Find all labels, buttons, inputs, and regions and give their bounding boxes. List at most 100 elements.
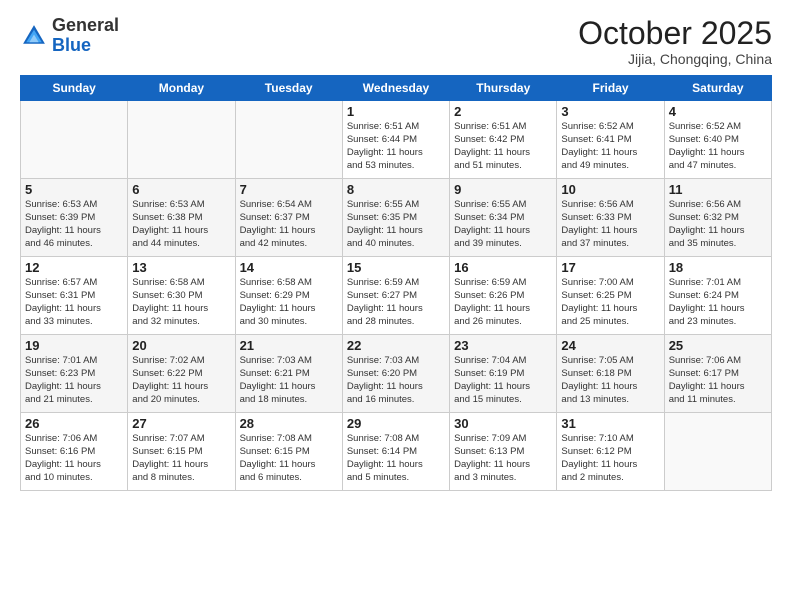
day-info: Sunrise: 7:04 AM Sunset: 6:19 PM Dayligh…	[454, 355, 552, 406]
day-info: Sunrise: 6:52 AM Sunset: 6:40 PM Dayligh…	[669, 121, 767, 172]
logo-text: General Blue	[52, 16, 119, 56]
day-number: 10	[561, 182, 659, 197]
day-info: Sunrise: 6:55 AM Sunset: 6:35 PM Dayligh…	[347, 199, 445, 250]
day-info: Sunrise: 7:06 AM Sunset: 6:16 PM Dayligh…	[25, 433, 123, 484]
calendar-week-row: 19Sunrise: 7:01 AM Sunset: 6:23 PM Dayli…	[21, 335, 772, 413]
logo-blue-text: Blue	[52, 36, 119, 56]
month-title: October 2025	[578, 16, 772, 51]
calendar-cell: 22 Sunrise: 7:03 AM Sunset: 6:20 PM Dayli…	[342, 335, 449, 413]
calendar-cell: 4 Sunrise: 6:52 AM Sunset: 6:40 PM Daylig…	[664, 101, 771, 179]
day-info: Sunrise: 6:58 AM Sunset: 6:29 PM Dayligh…	[240, 277, 338, 328]
calendar-week-row: 12 Sunrise: 6:57 AM Sunset: 6:31 PM Dayli…	[21, 257, 772, 335]
calendar-week-row: 5Sunrise: 6:53 AM Sunset: 6:39 PM Daylig…	[21, 179, 772, 257]
day-info: Sunrise: 7:08 AM Sunset: 6:14 PM Dayligh…	[347, 433, 445, 484]
calendar-cell: 27 Sunrise: 7:07 AM Sunset: 6:15 PM Dayli…	[128, 413, 235, 491]
calendar-table: SundayMondayTuesdayWednesdayThursdayFrid…	[20, 75, 772, 491]
day-number: 21	[240, 338, 338, 353]
day-number: 23	[454, 338, 552, 353]
day-of-week-header: Monday	[128, 76, 235, 101]
day-info: Sunrise: 6:57 AM Sunset: 6:31 PM Dayligh…	[25, 277, 123, 328]
day-info: Sunrise: 7:09 AM Sunset: 6:13 PM Dayligh…	[454, 433, 552, 484]
calendar-cell: 29Sunrise: 7:08 AM Sunset: 6:14 PM Dayli…	[342, 413, 449, 491]
day-info: Sunrise: 7:07 AM Sunset: 6:15 PM Dayligh…	[132, 433, 230, 484]
calendar-cell: 8 Sunrise: 6:55 AM Sunset: 6:35 PM Daylig…	[342, 179, 449, 257]
day-info: Sunrise: 6:56 AM Sunset: 6:33 PM Dayligh…	[561, 199, 659, 250]
calendar-cell	[664, 413, 771, 491]
day-number: 20	[132, 338, 230, 353]
calendar-week-row: 26 Sunrise: 7:06 AM Sunset: 6:16 PM Dayli…	[21, 413, 772, 491]
day-info: Sunrise: 6:56 AM Sunset: 6:32 PM Dayligh…	[669, 199, 767, 250]
day-of-week-header: Wednesday	[342, 76, 449, 101]
day-number: 30	[454, 416, 552, 431]
day-number: 8	[347, 182, 445, 197]
day-info: Sunrise: 6:51 AM Sunset: 6:44 PM Dayligh…	[347, 121, 445, 172]
calendar-cell: 31Sunrise: 7:10 AM Sunset: 6:12 PM Dayli…	[557, 413, 664, 491]
day-number: 12	[25, 260, 123, 275]
day-info: Sunrise: 7:03 AM Sunset: 6:21 PM Dayligh…	[240, 355, 338, 406]
calendar-cell: 6 Sunrise: 6:53 AM Sunset: 6:38 PM Daylig…	[128, 179, 235, 257]
calendar-cell: 21 Sunrise: 7:03 AM Sunset: 6:21 PM Dayli…	[235, 335, 342, 413]
day-of-week-header: Sunday	[21, 76, 128, 101]
day-info: Sunrise: 7:01 AM Sunset: 6:24 PM Dayligh…	[669, 277, 767, 328]
day-info: Sunrise: 6:54 AM Sunset: 6:37 PM Dayligh…	[240, 199, 338, 250]
day-info: Sunrise: 6:51 AM Sunset: 6:42 PM Dayligh…	[454, 121, 552, 172]
day-number: 13	[132, 260, 230, 275]
calendar-cell: 3 Sunrise: 6:52 AM Sunset: 6:41 PM Daylig…	[557, 101, 664, 179]
day-number: 2	[454, 104, 552, 119]
day-number: 4	[669, 104, 767, 119]
day-info: Sunrise: 6:53 AM Sunset: 6:38 PM Dayligh…	[132, 199, 230, 250]
day-number: 11	[669, 182, 767, 197]
day-number: 28	[240, 416, 338, 431]
day-number: 26	[25, 416, 123, 431]
calendar-cell: 28 Sunrise: 7:08 AM Sunset: 6:15 PM Dayli…	[235, 413, 342, 491]
calendar-cell: 18 Sunrise: 7:01 AM Sunset: 6:24 PM Dayli…	[664, 257, 771, 335]
day-number: 25	[669, 338, 767, 353]
day-number: 22	[347, 338, 445, 353]
day-info: Sunrise: 7:02 AM Sunset: 6:22 PM Dayligh…	[132, 355, 230, 406]
location-subtitle: Jijia, Chongqing, China	[578, 51, 772, 67]
day-info: Sunrise: 7:03 AM Sunset: 6:20 PM Dayligh…	[347, 355, 445, 406]
day-of-week-header: Tuesday	[235, 76, 342, 101]
calendar-cell: 25Sunrise: 7:06 AM Sunset: 6:17 PM Dayli…	[664, 335, 771, 413]
calendar-cell: 1Sunrise: 6:51 AM Sunset: 6:44 PM Daylig…	[342, 101, 449, 179]
calendar-cell: 30 Sunrise: 7:09 AM Sunset: 6:13 PM Dayli…	[450, 413, 557, 491]
day-number: 3	[561, 104, 659, 119]
day-info: Sunrise: 7:00 AM Sunset: 6:25 PM Dayligh…	[561, 277, 659, 328]
calendar-cell: 23 Sunrise: 7:04 AM Sunset: 6:19 PM Dayli…	[450, 335, 557, 413]
logo: General Blue	[20, 16, 119, 56]
day-info: Sunrise: 6:53 AM Sunset: 6:39 PM Dayligh…	[25, 199, 123, 250]
day-info: Sunrise: 6:52 AM Sunset: 6:41 PM Dayligh…	[561, 121, 659, 172]
day-number: 18	[669, 260, 767, 275]
page: General Blue October 2025 Jijia, Chongqi…	[0, 0, 792, 612]
calendar-cell: 14 Sunrise: 6:58 AM Sunset: 6:29 PM Dayli…	[235, 257, 342, 335]
title-block: October 2025 Jijia, Chongqing, China	[578, 16, 772, 67]
day-number: 16	[454, 260, 552, 275]
day-number: 15	[347, 260, 445, 275]
day-of-week-header: Friday	[557, 76, 664, 101]
day-number: 19	[25, 338, 123, 353]
logo-general-text: General	[52, 16, 119, 36]
day-number: 6	[132, 182, 230, 197]
calendar-cell: 16Sunrise: 6:59 AM Sunset: 6:26 PM Dayli…	[450, 257, 557, 335]
day-number: 27	[132, 416, 230, 431]
day-info: Sunrise: 7:10 AM Sunset: 6:12 PM Dayligh…	[561, 433, 659, 484]
day-info: Sunrise: 6:55 AM Sunset: 6:34 PM Dayligh…	[454, 199, 552, 250]
day-number: 7	[240, 182, 338, 197]
calendar-cell: 19Sunrise: 7:01 AM Sunset: 6:23 PM Dayli…	[21, 335, 128, 413]
calendar-cell: 24 Sunrise: 7:05 AM Sunset: 6:18 PM Dayli…	[557, 335, 664, 413]
calendar-cell: 13Sunrise: 6:58 AM Sunset: 6:30 PM Dayli…	[128, 257, 235, 335]
calendar-cell: 10 Sunrise: 6:56 AM Sunset: 6:33 PM Dayli…	[557, 179, 664, 257]
calendar-cell	[21, 101, 128, 179]
day-info: Sunrise: 7:05 AM Sunset: 6:18 PM Dayligh…	[561, 355, 659, 406]
calendar-cell: 15 Sunrise: 6:59 AM Sunset: 6:27 PM Dayli…	[342, 257, 449, 335]
day-number: 9	[454, 182, 552, 197]
day-info: Sunrise: 6:59 AM Sunset: 6:27 PM Dayligh…	[347, 277, 445, 328]
day-number: 14	[240, 260, 338, 275]
day-number: 24	[561, 338, 659, 353]
logo-icon	[20, 22, 48, 50]
day-number: 17	[561, 260, 659, 275]
calendar-cell	[128, 101, 235, 179]
calendar-week-row: 1Sunrise: 6:51 AM Sunset: 6:44 PM Daylig…	[21, 101, 772, 179]
calendar-cell: 26 Sunrise: 7:06 AM Sunset: 6:16 PM Dayli…	[21, 413, 128, 491]
day-info: Sunrise: 7:08 AM Sunset: 6:15 PM Dayligh…	[240, 433, 338, 484]
